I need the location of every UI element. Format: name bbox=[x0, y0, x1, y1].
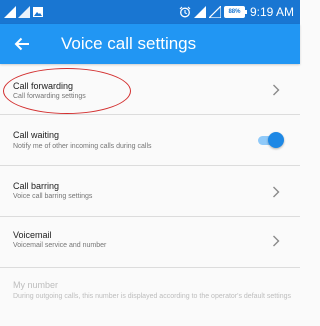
setting-title: Call barring bbox=[13, 181, 60, 191]
page-title: Voice call settings bbox=[61, 34, 197, 53]
toggle-thumb bbox=[268, 132, 284, 148]
alarm-icon bbox=[179, 6, 191, 18]
setting-subtitle: Notify me of other incoming calls during… bbox=[13, 143, 152, 150]
setting-title: Call waiting bbox=[13, 130, 60, 140]
setting-call-barring[interactable]: Call barring Voice call barring settings bbox=[0, 166, 300, 217]
setting-title: My number bbox=[13, 280, 59, 290]
signal-icon bbox=[18, 6, 30, 18]
setting-title: Call forwarding bbox=[13, 81, 74, 91]
status-left-icons bbox=[4, 4, 44, 20]
back-button[interactable] bbox=[8, 30, 36, 58]
setting-call-forwarding[interactable]: Call forwarding Call forwarding settings bbox=[0, 64, 300, 115]
chevron-right-icon bbox=[273, 186, 280, 198]
setting-call-waiting[interactable]: Call waiting Notify me of other incoming… bbox=[0, 115, 300, 166]
setting-my-number: My number During outgoing calls, this nu… bbox=[0, 268, 300, 323]
arrow-back-icon bbox=[14, 37, 29, 51]
signal-no-data-icon bbox=[208, 6, 221, 18]
battery-percent: 88% bbox=[228, 9, 241, 15]
setting-title: Voicemail bbox=[13, 230, 52, 240]
setting-voicemail[interactable]: Voicemail Voicemail service and number bbox=[0, 217, 300, 268]
signal-icon bbox=[4, 6, 16, 18]
setting-subtitle: Voicemail service and number bbox=[13, 242, 107, 249]
battery-icon: 88% bbox=[223, 6, 247, 18]
status-bar: 88% 9:19 AM bbox=[0, 0, 300, 24]
setting-subtitle: Call forwarding settings bbox=[13, 93, 86, 100]
status-right-icons: 88% 9:19 AM bbox=[179, 4, 294, 20]
setting-subtitle: During outgoing calls, this number is di… bbox=[13, 293, 291, 300]
chevron-right-icon bbox=[273, 84, 280, 96]
image-notification-icon bbox=[33, 7, 43, 17]
status-time: 9:19 AM bbox=[249, 5, 294, 19]
setting-subtitle: Voice call barring settings bbox=[13, 193, 93, 200]
call-waiting-toggle[interactable] bbox=[256, 132, 284, 148]
signal-icon bbox=[193, 6, 206, 18]
chevron-right-icon bbox=[273, 235, 280, 247]
app-bar: Voice call settings bbox=[0, 24, 300, 64]
